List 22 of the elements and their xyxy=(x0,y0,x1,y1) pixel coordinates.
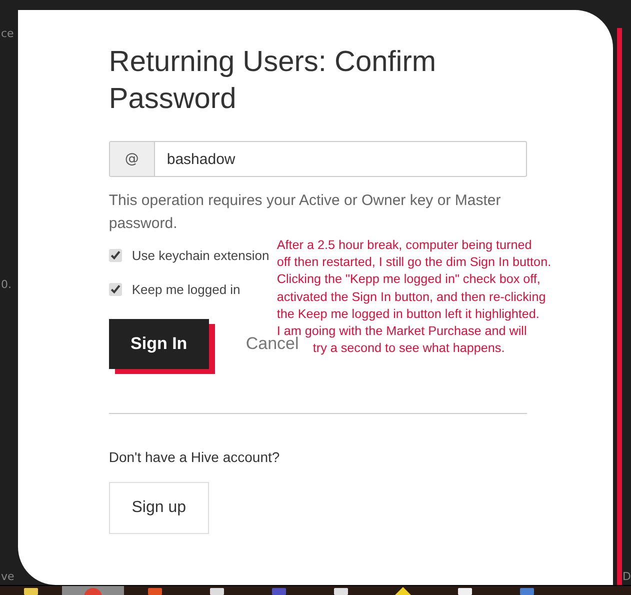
description-text: This operation requires your Active or Owner key or Master password. xyxy=(108,191,502,234)
background-text: ve xyxy=(1,570,16,583)
sign-up-button[interactable]: Sign up xyxy=(108,482,209,534)
annotation-text: the Keep me logged in button left it highlighted. xyxy=(276,306,540,323)
background-text: D xyxy=(622,570,631,583)
signup-prompt: Don't have a Hive account? xyxy=(108,449,281,465)
at-prefix: @ xyxy=(110,142,155,176)
dialog-title: Returning Users: Confirm Password xyxy=(108,45,438,117)
annotation-text: After a 2.5 hour break, computer being turned xyxy=(276,237,532,254)
background-text: 0. xyxy=(1,278,12,291)
background-text: ce xyxy=(1,27,15,40)
annotation-text: off then restarted, I still go the dim Sign In button. xyxy=(276,254,552,272)
sign-in-button[interactable]: Sign In xyxy=(108,319,209,369)
username-input[interactable]: bashadow xyxy=(154,142,526,176)
checkbox[interactable] xyxy=(108,249,122,262)
annotation-text: try a second to see what happens. xyxy=(312,340,505,358)
username-field[interactable]: @ bashadow xyxy=(108,141,527,177)
checkbox[interactable] xyxy=(108,283,122,296)
annotation-text: activated the Sign In button, and then re-clicking xyxy=(276,288,546,306)
checkbox-label: Keep me logged in xyxy=(132,282,240,297)
annotation-text: Clicking the "Kepp me logged in" check box off, xyxy=(276,271,540,288)
checkbox-label: Use keychain extension xyxy=(132,248,270,263)
